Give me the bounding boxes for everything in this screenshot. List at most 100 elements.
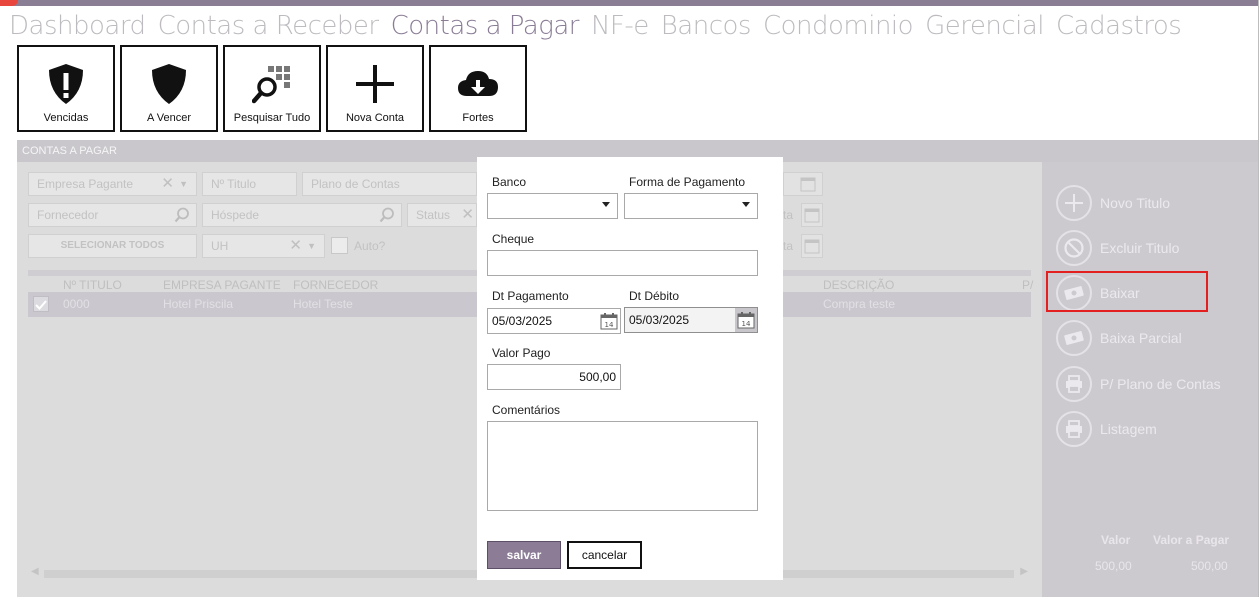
- salvar-button[interactable]: salvar: [487, 541, 561, 569]
- valor-a-pagar-value: 500,00: [1191, 559, 1228, 573]
- calendar-icon[interactable]: [804, 238, 820, 261]
- forma-pagamento-select[interactable]: [624, 193, 758, 219]
- date-label-3: ta: [783, 239, 794, 253]
- clear-icon[interactable]: ✕: [289, 235, 302, 257]
- col-empresa-pagante[interactable]: EMPRESA PAGANTE: [163, 278, 281, 292]
- calendar-icon[interactable]: 14: [735, 308, 757, 332]
- cancelar-button[interactable]: cancelar: [567, 541, 642, 569]
- calendar-icon[interactable]: [800, 176, 816, 199]
- printer-icon: [1056, 411, 1092, 447]
- search-icon[interactable]: [379, 207, 395, 230]
- cheque-label: Cheque: [492, 232, 535, 246]
- plano-de-contas-select[interactable]: Plano de Contas: [302, 172, 477, 196]
- tile-vencidas[interactable]: Vencidas: [17, 45, 115, 132]
- fornecedor-placeholder: Fornecedor: [37, 208, 99, 222]
- baixa-parcial-label: Baixa Parcial: [1100, 330, 1182, 346]
- comentarios-textarea[interactable]: [487, 421, 758, 511]
- check-icon: [35, 300, 47, 310]
- window-top-strip: [0, 0, 1259, 6]
- plano-de-contas-print-button[interactable]: P/ Plano de Contas: [1056, 366, 1221, 402]
- printer-icon: [1056, 366, 1092, 402]
- nav-gerencial[interactable]: Gerencial: [925, 11, 1044, 45]
- auto-checkbox[interactable]: [331, 237, 348, 254]
- date-field-1[interactable]: [783, 172, 823, 196]
- tile-toolbar: Vencidas A Vencer Pesquisar Tudo Nova Co…: [17, 45, 532, 132]
- baixa-modal: Banco Forma de Pagamento Cheque Dt Pagam…: [477, 157, 783, 580]
- tile-nova-conta[interactable]: Nova Conta: [326, 45, 424, 132]
- uh-select[interactable]: UH ✕ ▼: [202, 234, 325, 258]
- col-p[interactable]: P/: [1022, 278, 1033, 292]
- tile-fortes[interactable]: Fortes: [429, 45, 527, 132]
- chevron-down-icon: [742, 202, 750, 207]
- excluir-titulo-label: Excluir Titulo: [1100, 240, 1180, 256]
- row-checkbox[interactable]: [33, 296, 49, 312]
- col-n-titulo[interactable]: Nº TITULO: [63, 278, 122, 292]
- excluir-titulo-button[interactable]: Excluir Titulo: [1056, 230, 1179, 266]
- valor-value: 500,00: [1095, 559, 1132, 573]
- tile-a-vencer[interactable]: A Vencer: [120, 45, 218, 132]
- nav-contas-a-pagar[interactable]: Contas a Pagar: [391, 11, 580, 45]
- cheque-input[interactable]: [487, 250, 758, 276]
- tile-label: Fortes: [462, 112, 494, 124]
- calendar-icon[interactable]: 14: [600, 312, 618, 338]
- novo-titulo-button[interactable]: Novo Titulo: [1056, 185, 1170, 221]
- col-fornecedor[interactable]: FORNECEDOR: [293, 278, 378, 292]
- chevron-down-icon[interactable]: ▼: [179, 173, 188, 195]
- nav-condominio[interactable]: Condominio: [763, 11, 914, 45]
- nav-cadastros[interactable]: Cadastros: [1056, 11, 1182, 45]
- block-icon: [1056, 230, 1092, 266]
- banco-select[interactable]: [487, 193, 618, 219]
- nav-nfe[interactable]: NF-e: [591, 11, 649, 45]
- cell-titulo: 0000: [63, 297, 90, 311]
- selecionar-todos-button[interactable]: SELECIONAR TODOS: [28, 234, 197, 258]
- empresa-pagante-placeholder: Empresa Pagante: [37, 177, 134, 191]
- nav-dashboard[interactable]: Dashboard: [9, 11, 146, 45]
- scroll-left-icon[interactable]: ◀: [31, 566, 39, 577]
- main-nav: Dashboard Contas a Receber Contas a Paga…: [9, 11, 1193, 45]
- date-field-2[interactable]: [801, 203, 823, 227]
- search-icon[interactable]: [174, 207, 190, 230]
- shield-exclamation-icon: [19, 61, 113, 107]
- novo-titulo-label: Novo Titulo: [1100, 195, 1171, 211]
- n-titulo-input[interactable]: Nº Titulo: [202, 172, 297, 196]
- baixa-parcial-button[interactable]: Baixa Parcial: [1056, 320, 1182, 356]
- grid-search-icon: [225, 61, 319, 107]
- dt-pagamento-input[interactable]: 05/03/2025 14: [487, 308, 621, 334]
- status-select[interactable]: Status ✕: [407, 203, 477, 227]
- nav-bancos[interactable]: Bancos: [661, 11, 752, 45]
- chevron-down-icon[interactable]: ▼: [307, 235, 316, 257]
- status-placeholder: Status: [416, 208, 451, 222]
- cell-empresa: Hotel Priscila: [163, 297, 234, 311]
- tile-label: Vencidas: [43, 112, 89, 124]
- plano-de-contas-print-label: P/ Plano de Contas: [1100, 376, 1221, 392]
- nav-contas-a-receber[interactable]: Contas a Receber: [158, 11, 380, 45]
- listagem-button[interactable]: Listagem: [1056, 411, 1157, 447]
- plano-de-contas-placeholder: Plano de Contas: [311, 177, 400, 191]
- dt-pagamento-value: 05/03/2025: [492, 314, 553, 328]
- tile-pesquisar-tudo[interactable]: Pesquisar Tudo: [223, 45, 321, 132]
- empresa-pagante-select[interactable]: Empresa Pagante ✕ ▼: [28, 172, 197, 196]
- col-descricao[interactable]: DESCRIÇÃO: [823, 278, 894, 292]
- cloud-download-icon: [431, 61, 525, 107]
- date-label-2: ta: [783, 208, 794, 222]
- n-titulo-placeholder: Nº Titulo: [211, 177, 257, 191]
- tile-label: A Vencer: [146, 112, 192, 124]
- valor-pago-input[interactable]: 500,00: [487, 364, 621, 390]
- clear-icon[interactable]: ✕: [161, 173, 174, 195]
- action-sidebar: Novo Titulo Excluir Titulo Baixar Baixa …: [1042, 162, 1259, 597]
- calendar-icon[interactable]: [804, 207, 820, 230]
- forma-pagamento-label: Forma de Pagamento: [629, 175, 746, 189]
- auto-label: Auto?: [354, 239, 386, 253]
- tile-label: Pesquisar Tudo: [233, 112, 311, 124]
- date-field-3[interactable]: [801, 234, 823, 258]
- dt-debito-input[interactable]: 05/03/2025 14: [624, 307, 758, 333]
- cell-descricao: Compra teste: [823, 297, 896, 311]
- clear-icon[interactable]: ✕: [461, 204, 474, 226]
- scroll-right-icon[interactable]: ▶: [1020, 566, 1028, 577]
- app-window: Dashboard Contas a Receber Contas a Paga…: [0, 0, 1259, 597]
- money-icon: [1056, 320, 1092, 356]
- fornecedor-select[interactable]: Fornecedor: [28, 203, 197, 227]
- banco-label: Banco: [492, 175, 527, 189]
- hospede-select[interactable]: Hóspede: [202, 203, 402, 227]
- svg-text:14: 14: [742, 320, 751, 328]
